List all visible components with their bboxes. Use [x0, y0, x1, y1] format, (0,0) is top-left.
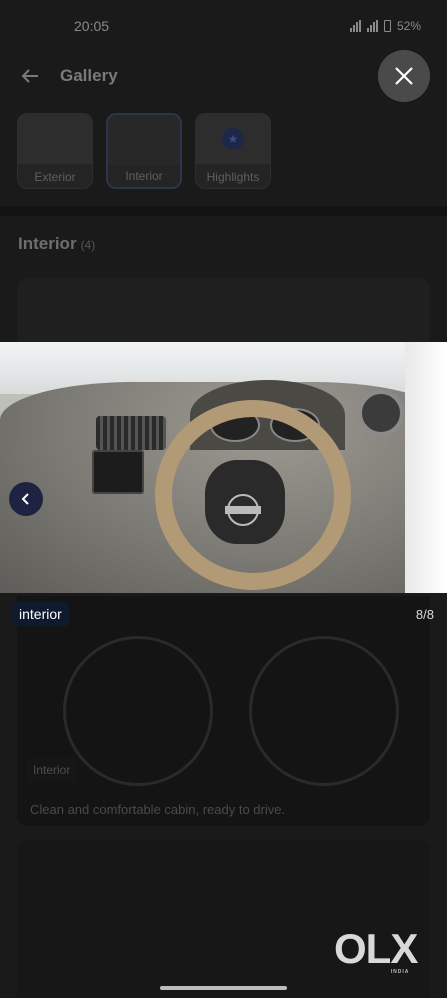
- chip-exterior[interactable]: Exterior: [17, 113, 93, 189]
- status-bar: 20:05 52%: [0, 0, 447, 52]
- section-title: Interior (4): [18, 234, 95, 254]
- background-image-card: [17, 278, 430, 348]
- image-category-tag: interior: [12, 602, 69, 626]
- brand-sub-text: INDIA: [390, 969, 410, 975]
- exterior-thumbnail: [18, 114, 92, 164]
- side-vent: [358, 390, 404, 436]
- close-button[interactable]: [378, 50, 430, 102]
- highlights-thumbnail: ★: [196, 114, 270, 164]
- chevron-left-icon: [21, 493, 29, 505]
- close-icon: [395, 67, 413, 85]
- chip-label: Interior: [125, 169, 163, 183]
- steering-logo: [225, 494, 261, 526]
- interior-thumbnail: [108, 115, 180, 165]
- chip-interior[interactable]: Interior: [106, 113, 182, 189]
- gallery-screen: 20:05 52% Gallery Exterior Interior ★ Hi…: [0, 0, 447, 998]
- background-tag: Interior: [26, 758, 78, 782]
- page-title: Gallery: [60, 66, 118, 85]
- chip-label: Exterior: [34, 170, 76, 184]
- battery-icon: [383, 20, 391, 32]
- signal-icon: [366, 20, 378, 32]
- star-icon: ★: [222, 128, 244, 150]
- signal-icon: [349, 20, 361, 32]
- battery-level: 52%: [396, 19, 421, 33]
- chip-highlights[interactable]: ★ Highlights: [195, 113, 271, 189]
- background-image-card: [17, 840, 430, 998]
- home-indicator[interactable]: [160, 986, 287, 990]
- brand-logo-text: OLX: [334, 925, 418, 972]
- status-icons: 52%: [349, 19, 421, 33]
- chip-label: Highlights: [206, 170, 260, 184]
- gallery-photo[interactable]: [0, 342, 447, 593]
- radio-unit: [92, 450, 144, 494]
- olx-logo: OLX INDIA: [334, 925, 418, 975]
- center-vent: [96, 416, 166, 450]
- section-name: Interior: [18, 234, 77, 253]
- category-chips: Exterior Interior ★ Highlights: [17, 113, 271, 189]
- background-image-card: [17, 596, 430, 826]
- section-count: (4): [80, 238, 96, 252]
- back-arrow-icon[interactable]: [18, 64, 42, 88]
- image-counter: 8/8: [415, 607, 434, 622]
- image-caption: Clean and comfortable cabin, ready to dr…: [30, 802, 286, 817]
- section-divider: [0, 206, 447, 216]
- gauge-shape: [249, 636, 399, 786]
- status-time: 20:05: [74, 18, 110, 34]
- previous-image-button[interactable]: [9, 482, 43, 516]
- gauge-shape: [63, 636, 213, 786]
- door-pillar: [405, 342, 447, 593]
